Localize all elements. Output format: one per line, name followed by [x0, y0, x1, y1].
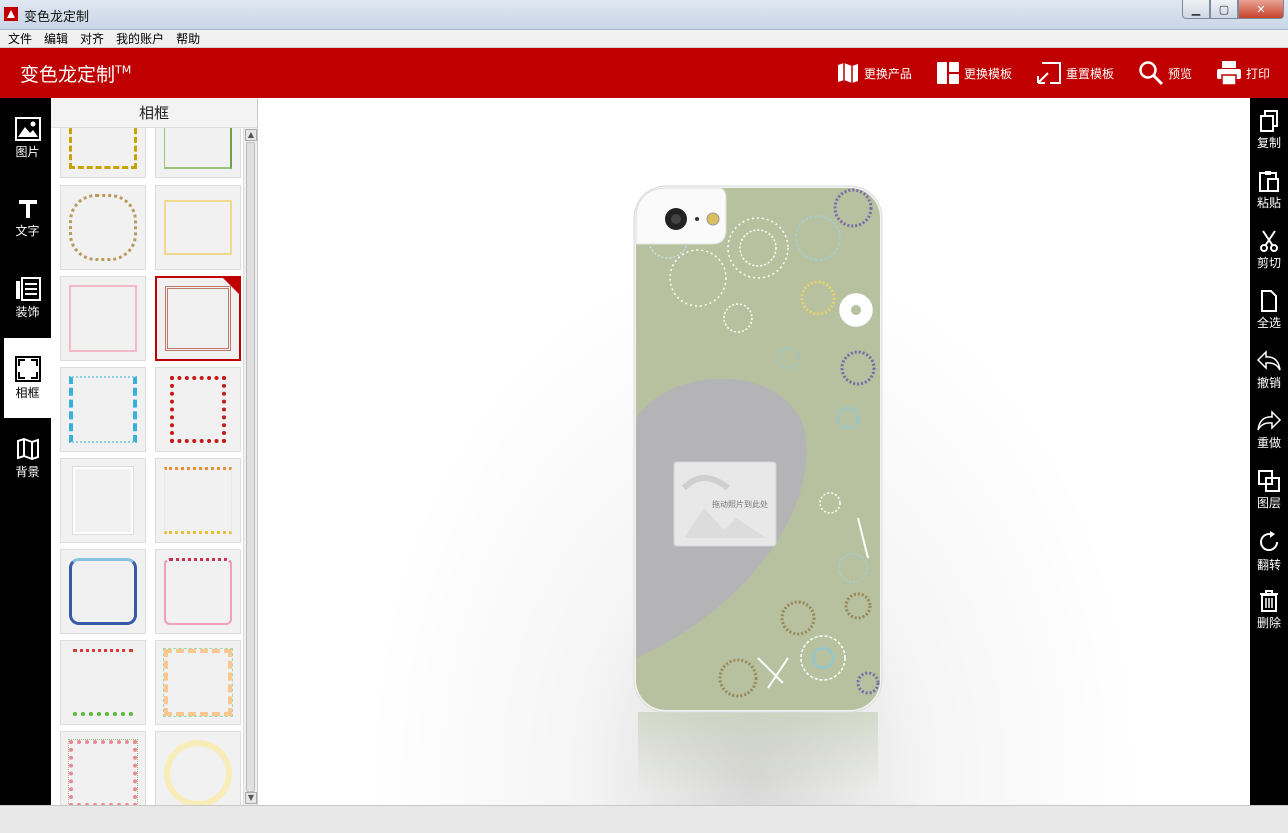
scissors-icon — [1260, 230, 1278, 252]
undo-button[interactable]: 撤销 — [1250, 350, 1288, 391]
text-icon — [18, 199, 37, 218]
paste-button[interactable]: 粘贴 — [1250, 170, 1288, 211]
reset-template-button[interactable]: 重置模板 — [1036, 61, 1114, 85]
panel-scrollbar[interactable]: ▲ ▼ — [243, 128, 257, 805]
frame-thumbnail[interactable] — [60, 458, 146, 543]
menu-help[interactable]: 帮助 — [176, 30, 200, 47]
window-title: 变色龙定制 — [24, 10, 90, 25]
frame-thumbnail[interactable] — [60, 185, 146, 270]
preview-button[interactable]: 预览 — [1138, 60, 1192, 86]
status-bar — [0, 805, 1288, 833]
frame-thumbnail[interactable] — [155, 458, 241, 543]
menu-bar: 文件 编辑 对齐 我的账户 帮助 — [0, 30, 1288, 48]
nav-background[interactable]: 背景 — [4, 418, 51, 498]
menu-edit[interactable]: 编辑 — [44, 30, 68, 47]
redo-button[interactable]: 重做 — [1250, 410, 1288, 451]
brand-logo: 变色龙定制TM — [20, 63, 132, 86]
case-reflection — [638, 712, 878, 792]
change-template-button[interactable]: 更换模板 — [936, 61, 1012, 85]
delete-button[interactable]: 删除 — [1250, 590, 1288, 631]
frame-thumbnail[interactable] — [155, 549, 241, 634]
phone-case-preview[interactable]: 拖动照片到此处 — [258, 98, 1250, 805]
layers-icon — [1258, 470, 1280, 492]
minimize-button[interactable]: ▁ — [1182, 0, 1210, 19]
copy-icon — [1260, 110, 1278, 132]
frame-thumbnail[interactable] — [60, 731, 146, 805]
map-icon — [837, 63, 858, 83]
frame-thumbnail[interactable] — [60, 128, 146, 178]
design-canvas[interactable]: 拖动照片到此处 — [258, 98, 1250, 805]
frame-thumbnail[interactable] — [60, 640, 146, 725]
nav-frame[interactable]: 相框 — [4, 338, 51, 418]
image-icon — [14, 116, 41, 141]
right-toolbar: 复制 粘贴 剪切 全选 撤销 重做 图层 翻转 删除 — [1250, 98, 1288, 805]
frame-panel: 相框 ▲ ▼ — [51, 98, 258, 805]
frame-thumbnail[interactable] — [60, 549, 146, 634]
frame-thumbnail[interactable] — [60, 367, 146, 452]
nav-text[interactable]: 文字 — [4, 178, 51, 258]
frame-icon — [14, 355, 41, 382]
rotate-button[interactable]: 翻转 — [1250, 530, 1288, 573]
cut-button[interactable]: 剪切 — [1250, 230, 1288, 271]
frame-thumbnail-selected[interactable] — [155, 276, 241, 361]
photo-drop-placeholder[interactable]: 拖动照片到此处 — [673, 461, 777, 547]
menu-file[interactable]: 文件 — [8, 30, 32, 47]
trash-icon — [1260, 590, 1278, 612]
change-product-button[interactable]: 更换产品 — [836, 61, 912, 85]
frame-thumbnail[interactable] — [155, 185, 241, 270]
layers-button[interactable]: 图层 — [1250, 470, 1288, 511]
nav-image[interactable]: 图片 — [4, 98, 51, 178]
frame-grid — [51, 128, 243, 805]
background-icon — [16, 437, 39, 460]
copy-button[interactable]: 复制 — [1250, 110, 1288, 151]
nav-decoration[interactable]: 装饰 — [4, 258, 51, 338]
search-icon — [1139, 61, 1164, 86]
maximize-button[interactable]: ▢ — [1210, 0, 1238, 19]
drop-hint-text: 拖动照片到此处 — [712, 499, 768, 509]
title-bar: 变色龙定制 ▁ ▢ ✕ — [0, 0, 1288, 30]
flash-icon — [706, 212, 720, 226]
frame-thumbnail[interactable] — [155, 731, 241, 805]
select-all-icon — [1261, 290, 1277, 312]
print-button[interactable]: 打印 — [1216, 60, 1270, 86]
menu-align[interactable]: 对齐 — [80, 30, 104, 47]
scrollbar-thumb[interactable] — [246, 142, 255, 792]
left-sidebar: 图片 文字 装饰 相框 背景 — [0, 98, 51, 805]
frame-thumbnail[interactable] — [60, 276, 146, 361]
rotate-icon — [1260, 531, 1279, 551]
top-toolbar: 更换产品 更换模板 重置模板 预览 打印 — [812, 48, 1270, 98]
scroll-up-arrow-icon[interactable]: ▲ — [245, 129, 257, 141]
frame-thumbnail[interactable] — [155, 128, 241, 178]
undo-icon — [1256, 350, 1281, 371]
redo-icon — [1257, 410, 1282, 431]
scroll-down-arrow-icon[interactable]: ▼ — [245, 792, 257, 804]
printer-icon — [1216, 61, 1241, 86]
paste-icon — [1259, 171, 1279, 192]
app-header: 变色龙定制TM 更换产品 更换模板 重置模板 预览 打印 — [0, 48, 1288, 98]
decoration-icon — [15, 276, 41, 301]
frame-thumbnail[interactable] — [155, 640, 241, 725]
reset-icon — [1036, 62, 1061, 84]
app-icon — [4, 7, 18, 21]
menu-account[interactable]: 我的账户 — [116, 30, 164, 47]
frame-thumbnail[interactable] — [155, 367, 241, 452]
checkmark-icon — [221, 276, 241, 296]
template-icon — [936, 62, 959, 84]
panel-title: 相框 — [51, 98, 257, 128]
select-all-button[interactable]: 全选 — [1250, 290, 1288, 331]
close-button[interactable]: ✕ — [1238, 0, 1284, 19]
